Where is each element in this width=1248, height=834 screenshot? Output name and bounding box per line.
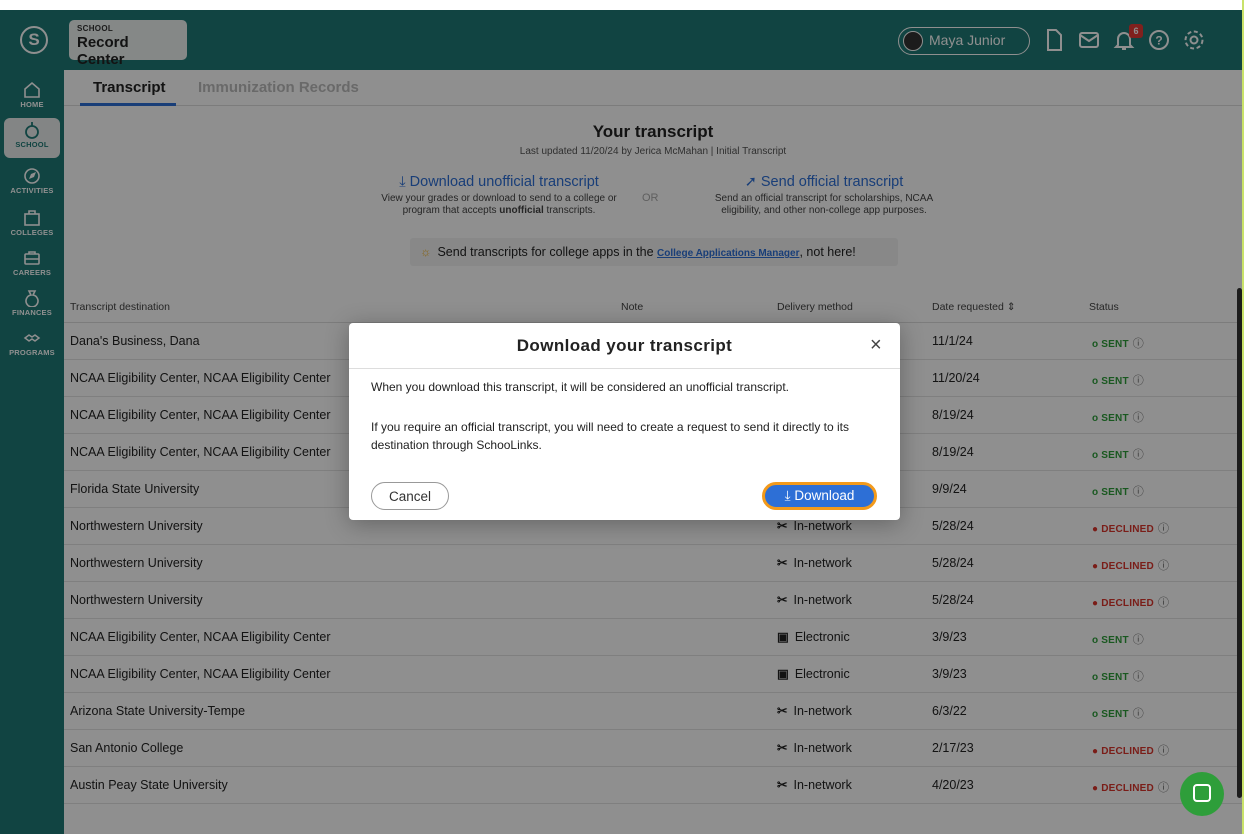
app-frame: S SCHOOL Record Center Maya Junior 6 ? H… <box>0 0 1248 834</box>
modal-header: Download your transcript × <box>349 323 900 369</box>
download-transcript-modal: Download your transcript × When you down… <box>349 323 900 520</box>
right-edge <box>1242 0 1248 834</box>
modal-message-2: If you require an official transcript, y… <box>371 420 850 452</box>
cancel-button[interactable]: Cancel <box>371 482 449 510</box>
chat-launcher[interactable] <box>1180 772 1224 816</box>
close-icon[interactable]: × <box>870 334 882 357</box>
outer-top <box>0 0 1248 10</box>
chat-icon <box>1193 784 1211 802</box>
download-button[interactable]: ⤓ Download <box>762 482 877 510</box>
modal-message-1: When you download this transcript, it wi… <box>371 380 789 394</box>
modal-title: Download your transcript <box>516 336 733 355</box>
